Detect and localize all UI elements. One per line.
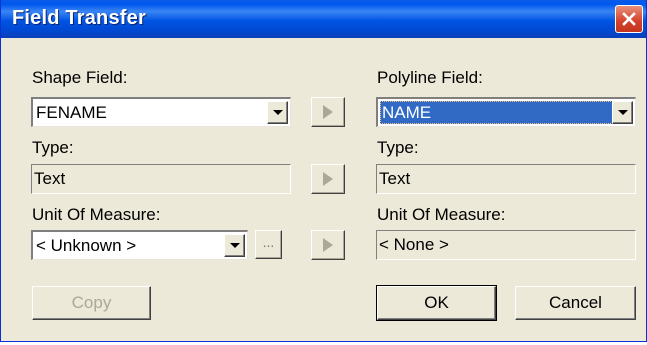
polyline-type-field: Text <box>376 164 636 194</box>
polyline-field-label: Polyline Field: <box>377 68 483 87</box>
shape-type-label: Type: <box>32 138 74 157</box>
play-right-icon <box>323 105 333 119</box>
shape-field-label: Shape Field: <box>32 68 128 87</box>
shape-field-dropdown-button[interactable] <box>267 101 288 124</box>
window-title: Field Transfer <box>12 7 146 29</box>
transfer-type-button[interactable] <box>311 164 345 194</box>
transfer-field-button[interactable] <box>311 97 345 127</box>
field-transfer-dialog: Field Transfer Shape Field: FENAME Type:… <box>0 0 647 342</box>
play-right-icon <box>323 238 333 252</box>
polyline-unit-value: < None > <box>379 235 449 254</box>
shape-unit-dropdown-button[interactable] <box>224 234 245 257</box>
shape-field-select[interactable]: FENAME <box>31 97 291 127</box>
close-button[interactable] <box>615 5 643 33</box>
shape-field-value: FENAME <box>36 103 107 122</box>
transfer-unit-button[interactable] <box>311 230 345 260</box>
copy-button[interactable]: Copy <box>32 286 151 320</box>
chevron-down-icon <box>229 243 240 248</box>
shape-unit-select[interactable]: < Unknown > <box>31 230 248 260</box>
polyline-field-dropdown-button[interactable] <box>612 101 633 124</box>
cancel-button[interactable]: Cancel <box>515 286 636 320</box>
chevron-down-icon <box>617 110 628 115</box>
shape-type-field: Text <box>31 164 291 194</box>
polyline-type-value: Text <box>379 169 411 188</box>
unit-browse-button[interactable]: ... <box>255 230 282 259</box>
shape-type-value: Text <box>34 169 66 188</box>
chevron-down-icon <box>272 110 283 115</box>
polyline-unit-field: < None > <box>376 230 636 260</box>
polyline-unit-label: Unit Of Measure: <box>377 205 506 224</box>
title-bar[interactable]: Field Transfer <box>1 0 646 38</box>
shape-unit-label: Unit Of Measure: <box>32 205 161 224</box>
play-right-icon <box>323 172 333 186</box>
close-icon <box>622 12 636 26</box>
ok-button[interactable]: OK <box>376 285 497 321</box>
shape-unit-value: < Unknown > <box>36 236 137 255</box>
polyline-field-value: NAME <box>380 101 613 124</box>
polyline-field-select[interactable]: NAME <box>376 97 636 127</box>
polyline-type-label: Type: <box>377 138 419 157</box>
